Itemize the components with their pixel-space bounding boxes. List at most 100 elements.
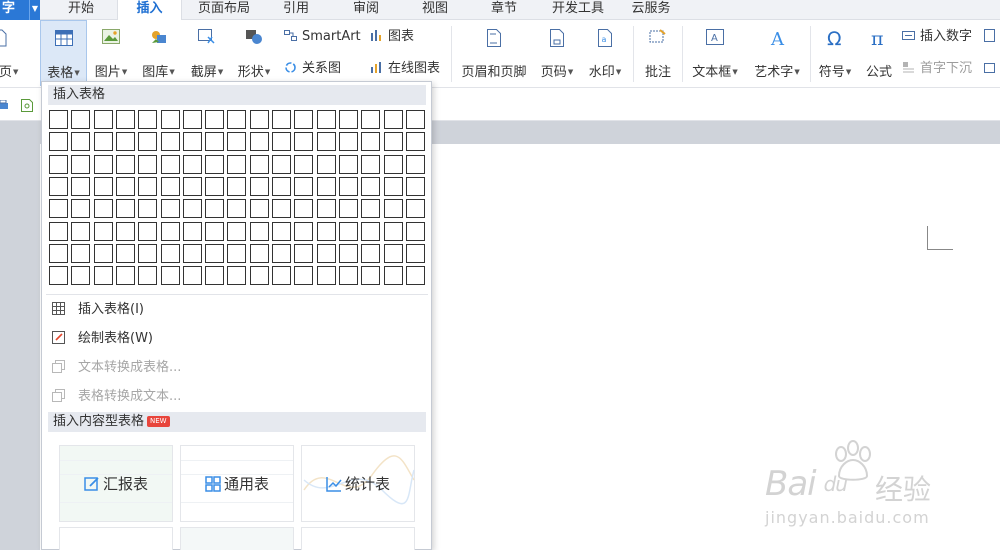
grid-cell[interactable] <box>317 155 336 174</box>
grid-cell[interactable] <box>71 177 90 196</box>
grid-cell[interactable] <box>71 132 90 151</box>
grid-cell[interactable] <box>339 110 358 129</box>
grid-cell[interactable] <box>317 132 336 151</box>
tab-review[interactable]: 审阅 <box>336 0 396 20</box>
grid-cell[interactable] <box>361 177 380 196</box>
grid-cell[interactable] <box>250 266 269 285</box>
grid-cell[interactable] <box>183 244 202 263</box>
text-to-table-item[interactable]: 文本转换成表格... <box>52 355 422 381</box>
grid-cell[interactable] <box>384 177 403 196</box>
extra-tool-button[interactable] <box>984 27 1000 47</box>
grid-cell[interactable] <box>406 244 425 263</box>
grid-cell[interactable] <box>138 155 157 174</box>
symbol-button[interactable]: Ω 符号▼ <box>814 20 856 86</box>
grid-cell[interactable] <box>161 155 180 174</box>
insert-number-button[interactable]: 插入数字 <box>902 27 972 47</box>
grid-cell[interactable] <box>272 110 291 129</box>
smartart-button[interactable]: SmartArt <box>284 27 361 47</box>
grid-cell[interactable] <box>361 155 380 174</box>
grid-cell[interactable] <box>205 132 224 151</box>
grid-cell[interactable] <box>384 132 403 151</box>
grid-cell[interactable] <box>183 132 202 151</box>
grid-cell[interactable] <box>317 177 336 196</box>
grid-cell[interactable] <box>205 110 224 129</box>
header-footer-button[interactable]: 页眉和页脚 <box>458 20 530 86</box>
grid-cell[interactable] <box>361 244 380 263</box>
grid-cell[interactable] <box>406 132 425 151</box>
grid-cell[interactable] <box>227 199 246 218</box>
preview-icon[interactable] <box>21 99 33 112</box>
blank-page-button[interactable]: 页▼ <box>0 20 18 86</box>
grid-cell[interactable] <box>406 110 425 129</box>
grid-cell[interactable] <box>71 222 90 241</box>
grid-cell[interactable] <box>94 266 113 285</box>
chart-button[interactable]: 图表 <box>370 27 414 47</box>
grid-cell[interactable] <box>227 177 246 196</box>
grid-cell[interactable] <box>406 222 425 241</box>
grid-cell[interactable] <box>49 132 68 151</box>
grid-cell[interactable] <box>138 199 157 218</box>
picture-button[interactable]: 图片▼ <box>89 20 133 86</box>
online-chart-button[interactable]: 在线图表 <box>370 59 440 79</box>
grid-cell[interactable] <box>406 266 425 285</box>
grid-cell[interactable] <box>227 132 246 151</box>
grid-cell[interactable] <box>361 132 380 151</box>
grid-cell[interactable] <box>94 244 113 263</box>
grid-cell[interactable] <box>71 266 90 285</box>
grid-cell[interactable] <box>361 110 380 129</box>
grid-cell[interactable] <box>294 222 313 241</box>
chevron-down-icon[interactable]: ▼ <box>29 0 40 20</box>
grid-cell[interactable] <box>116 132 135 151</box>
tab-developer[interactable]: 开发工具 <box>543 0 613 20</box>
grid-cell[interactable] <box>116 199 135 218</box>
grid-cell[interactable] <box>116 155 135 174</box>
grid-cell[interactable] <box>116 177 135 196</box>
tab-chapter[interactable]: 章节 <box>474 0 534 20</box>
grid-cell[interactable] <box>384 199 403 218</box>
table-button[interactable]: 表格▼ <box>40 20 87 86</box>
grid-cell[interactable] <box>406 177 425 196</box>
app-menu-button[interactable]: 字 ▼ <box>0 0 40 20</box>
grid-cell[interactable] <box>317 222 336 241</box>
grid-cell[interactable] <box>294 199 313 218</box>
grid-cell[interactable] <box>317 244 336 263</box>
grid-cell[interactable] <box>339 155 358 174</box>
grid-cell[interactable] <box>161 222 180 241</box>
template-card[interactable] <box>301 527 415 550</box>
grid-cell[interactable] <box>339 266 358 285</box>
print-icon[interactable] <box>0 100 9 112</box>
grid-cell[interactable] <box>361 222 380 241</box>
grid-cell[interactable] <box>161 266 180 285</box>
grid-cell[interactable] <box>227 244 246 263</box>
grid-cell[interactable] <box>138 244 157 263</box>
grid-cell[interactable] <box>339 177 358 196</box>
grid-cell[interactable] <box>183 155 202 174</box>
tab-cloud[interactable]: 云服务 <box>621 0 681 20</box>
grid-cell[interactable] <box>205 244 224 263</box>
relation-chart-button[interactable]: 关系图 <box>284 59 341 79</box>
grid-cell[interactable] <box>317 199 336 218</box>
textbox-button[interactable]: A 文本框▼ <box>688 20 742 86</box>
grid-cell[interactable] <box>272 266 291 285</box>
grid-cell[interactable] <box>161 199 180 218</box>
grid-cell[interactable] <box>317 266 336 285</box>
insert-table-item[interactable]: 插入表格(I) <box>52 297 422 323</box>
grid-cell[interactable] <box>49 222 68 241</box>
grid-cell[interactable] <box>49 266 68 285</box>
grid-cell[interactable] <box>250 177 269 196</box>
grid-cell[interactable] <box>205 266 224 285</box>
grid-cell[interactable] <box>49 177 68 196</box>
watermark-button[interactable]: a 水印▼ <box>583 20 627 86</box>
table-to-text-item[interactable]: 表格转换成文本... <box>52 384 422 410</box>
wordart-button[interactable]: A 艺术字▼ <box>748 20 806 86</box>
tab-page-layout[interactable]: 页面布局 <box>189 0 259 20</box>
grid-cell[interactable] <box>205 155 224 174</box>
grid-cell[interactable] <box>161 244 180 263</box>
grid-cell[interactable] <box>161 177 180 196</box>
grid-cell[interactable] <box>384 155 403 174</box>
grid-cell[interactable] <box>205 222 224 241</box>
dropcap-button[interactable]: 首字下沉 <box>902 59 972 79</box>
grid-cell[interactable] <box>138 110 157 129</box>
grid-cell[interactable] <box>384 266 403 285</box>
grid-cell[interactable] <box>94 199 113 218</box>
